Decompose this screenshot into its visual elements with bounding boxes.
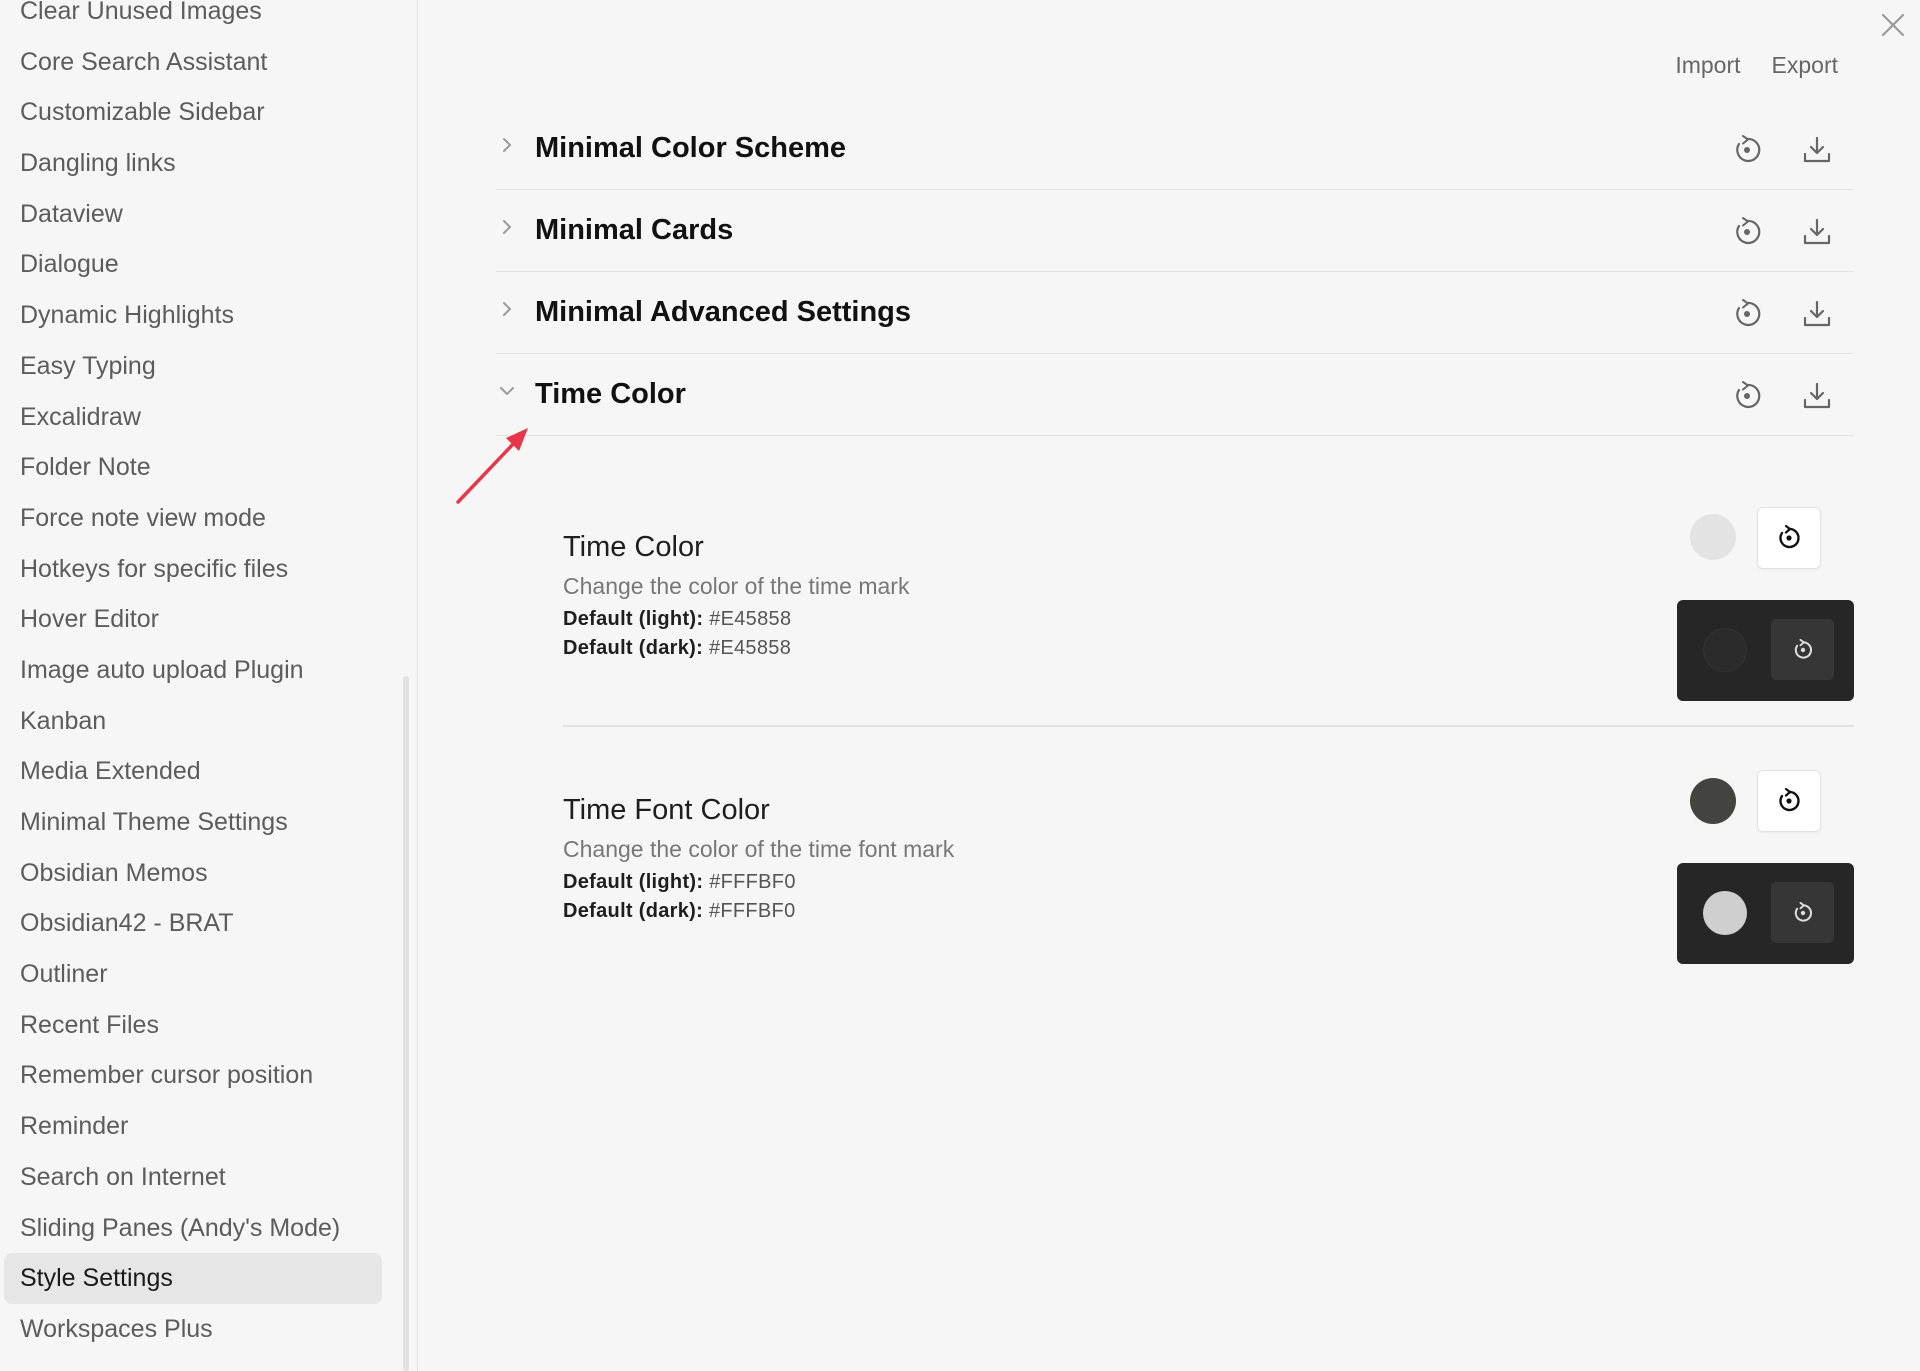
sidebar-item[interactable]: Sliding Panes (Andy's Mode)	[4, 1203, 382, 1254]
sidebar-item[interactable]: Core Search Assistant	[4, 37, 382, 88]
setting-description: Change the color of the time font mark	[563, 836, 955, 862]
annotation-arrow-icon	[456, 428, 528, 504]
setting-time-color: Time Color Change the color of the time …	[563, 531, 1854, 691]
dark-mode-panel	[1677, 600, 1854, 701]
default-dark: Default (dark): #E45858	[563, 637, 792, 659]
chevron-right-icon[interactable]	[498, 300, 516, 318]
export-section-icon[interactable]	[1801, 216, 1833, 248]
section-title: Minimal Color Scheme	[535, 132, 847, 164]
chevron-right-icon[interactable]	[498, 136, 516, 154]
export-section-icon[interactable]	[1801, 134, 1833, 166]
dark-color-swatch[interactable]	[1703, 628, 1747, 672]
sidebar-item[interactable]: Outliner	[4, 949, 382, 1000]
light-reset-button[interactable]	[1757, 507, 1821, 569]
settings-section-header[interactable]: Minimal Color Scheme	[496, 108, 1854, 190]
setting-divider	[563, 725, 1854, 727]
dark-reset-button[interactable]	[1771, 882, 1834, 943]
setting-name: Time Font Color	[563, 794, 770, 826]
reset-section-icon[interactable]	[1731, 298, 1763, 330]
sidebar-item[interactable]: Dataview	[4, 189, 382, 240]
light-color-swatch[interactable]	[1690, 514, 1736, 560]
sidebar-item[interactable]: Obsidian Memos	[4, 848, 382, 899]
sidebar-item[interactable]: Easy Typing	[4, 341, 382, 392]
sidebar-item[interactable]: Reminder	[4, 1101, 382, 1152]
reset-icon	[1794, 638, 1812, 659]
reset-section-icon[interactable]	[1731, 134, 1763, 166]
sidebar-item[interactable]: Customizable Sidebar	[4, 87, 382, 138]
settings-section-header[interactable]: Minimal Advanced Settings	[496, 272, 1854, 354]
sidebar-item[interactable]: Media Extended	[4, 746, 382, 797]
light-color-swatch[interactable]	[1690, 778, 1736, 824]
sidebar-item[interactable]: Recent Files	[4, 1000, 382, 1051]
settings-sidebar: Clear Unused Images Core Search Assistant…	[0, 0, 418, 1371]
sidebar-item[interactable]: Hover Editor	[4, 594, 382, 645]
sidebar-item[interactable]: Obsidian42 - BRAT	[4, 898, 382, 949]
section-title: Minimal Advanced Settings	[535, 296, 911, 328]
import-button[interactable]: Import	[1675, 52, 1740, 79]
section-title: Minimal Cards	[535, 214, 734, 246]
sidebar-item[interactable]: Image auto upload Plugin	[4, 645, 382, 696]
default-light: Default (light): #E45858	[563, 608, 792, 630]
settings-content: Import Export Minimal Color Scheme Minima…	[419, 0, 1920, 1371]
chevron-right-icon[interactable]	[498, 218, 516, 236]
sidebar-item[interactable]: Hotkeys for specific files	[4, 544, 382, 595]
sidebar-scrollbar[interactable]	[403, 676, 409, 1371]
close-icon[interactable]	[1876, 10, 1910, 44]
section-title: Time Color	[535, 378, 686, 410]
sidebar-item[interactable]: Minimal Theme Settings	[4, 797, 382, 848]
sidebar-item[interactable]: Folder Note	[4, 442, 382, 493]
export-section-icon[interactable]	[1801, 380, 1833, 412]
sidebar-item[interactable]: Remember cursor position	[4, 1050, 382, 1101]
default-dark: Default (dark): #FFFBF0	[563, 900, 796, 922]
setting-time-font-color: Time Font Color Change the color of the …	[563, 794, 1854, 954]
sidebar-item[interactable]: Clear Unused Images	[4, 0, 382, 37]
reset-icon	[1779, 525, 1800, 549]
reset-icon	[1779, 788, 1800, 812]
import-export-bar: Import Export	[1675, 52, 1838, 79]
sidebar-item[interactable]: Dialogue	[4, 239, 382, 290]
reset-section-icon[interactable]	[1731, 380, 1763, 412]
export-button[interactable]: Export	[1772, 52, 1838, 79]
sidebar-item[interactable]: Workspaces Plus	[4, 1304, 382, 1355]
sidebar-item[interactable]: Dynamic Highlights	[4, 290, 382, 341]
settings-section-header[interactable]: Time Color	[496, 354, 1854, 436]
default-light: Default (light): #FFFBF0	[563, 871, 796, 893]
settings-section-header[interactable]: Minimal Cards	[496, 190, 1854, 272]
dark-mode-panel	[1677, 863, 1854, 964]
sidebar-item[interactable]: Excalidraw	[4, 392, 382, 443]
reset-icon	[1794, 901, 1812, 922]
dark-reset-button[interactable]	[1771, 619, 1834, 680]
sidebar-item[interactable]: Force note view mode	[4, 493, 382, 544]
setting-description: Change the color of the time mark	[563, 573, 910, 599]
light-reset-button[interactable]	[1757, 770, 1821, 832]
plugin-list: Clear Unused Images Core Search Assistant…	[4, 0, 382, 1355]
setting-name: Time Color	[563, 531, 704, 563]
sidebar-item[interactable]: Style Settings	[4, 1253, 382, 1304]
sidebar-item[interactable]: Dangling links	[4, 138, 382, 189]
chevron-down-icon[interactable]	[498, 382, 516, 400]
reset-section-icon[interactable]	[1731, 216, 1763, 248]
sidebar-item[interactable]: Kanban	[4, 696, 382, 747]
export-section-icon[interactable]	[1801, 298, 1833, 330]
sidebar-item[interactable]: Search on Internet	[4, 1152, 382, 1203]
dark-color-swatch[interactable]	[1703, 891, 1747, 935]
